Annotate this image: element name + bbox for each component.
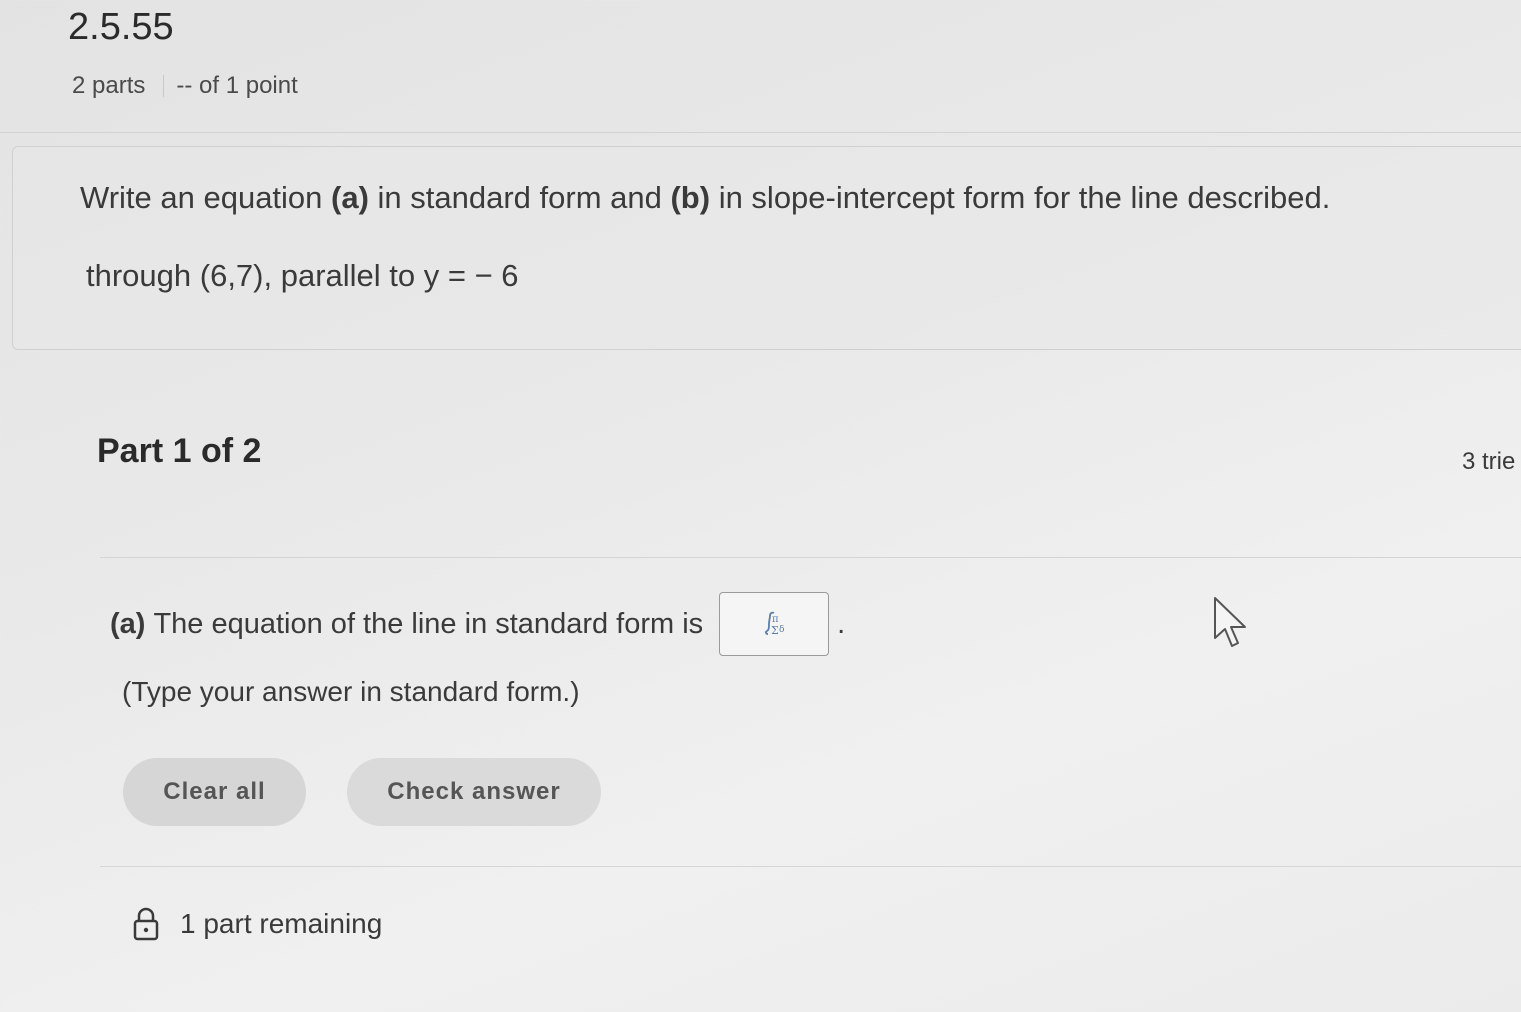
question-condition: through (6,7), parallel to y = − 6: [86, 258, 519, 293]
lock-icon: [133, 907, 159, 941]
answer-input[interactable]: π Σ δ: [719, 592, 830, 656]
problem-number: 2.5.55: [68, 6, 174, 48]
svg-text:Σ: Σ: [771, 624, 779, 637]
math-palette-icon[interactable]: π Σ δ: [757, 607, 791, 641]
parts-remaining: 1 part remaining: [132, 906, 382, 942]
instr-part-a: (a): [331, 180, 369, 215]
answer-hint: (Type your answer in standard form.): [122, 676, 580, 707]
question-panel: [12, 146, 1521, 350]
instr-text-2: in standard form and: [368, 180, 671, 215]
footer-divider: [100, 866, 1521, 867]
parts-count: 2 parts: [72, 72, 146, 99]
tries-remaining: 3 trie: [1462, 448, 1516, 475]
part-divider: [100, 557, 1521, 558]
mouse-cursor-icon: [1214, 597, 1246, 647]
part-title: Part 1 of 2: [97, 432, 262, 470]
answer-period: .: [837, 607, 846, 640]
question-instructions: Write an equation (a) in standard form a…: [80, 180, 1330, 216]
parts-remaining-text: 1 part remaining: [180, 908, 383, 939]
points-value: -- of 1 point: [176, 72, 298, 99]
instr-part-b: (b): [670, 180, 711, 215]
instr-text-3: in slope-intercept form for the line des…: [710, 180, 1331, 215]
problem-meta: 2 parts -- of 1 point: [72, 72, 298, 100]
instr-text-1: Write an equation: [80, 180, 332, 215]
answer-prompt-text: The equation of the line in standard for…: [153, 607, 704, 640]
clear-all-button[interactable]: Clear all: [123, 758, 306, 826]
answer-part-label: (a): [110, 607, 146, 640]
meta-divider: [163, 75, 165, 97]
check-answer-button[interactable]: Check answer: [347, 758, 601, 826]
header-divider: [0, 132, 1521, 133]
svg-text:δ: δ: [779, 625, 784, 635]
answer-prompt-row: (a) The equation of the line in standard…: [110, 592, 845, 656]
